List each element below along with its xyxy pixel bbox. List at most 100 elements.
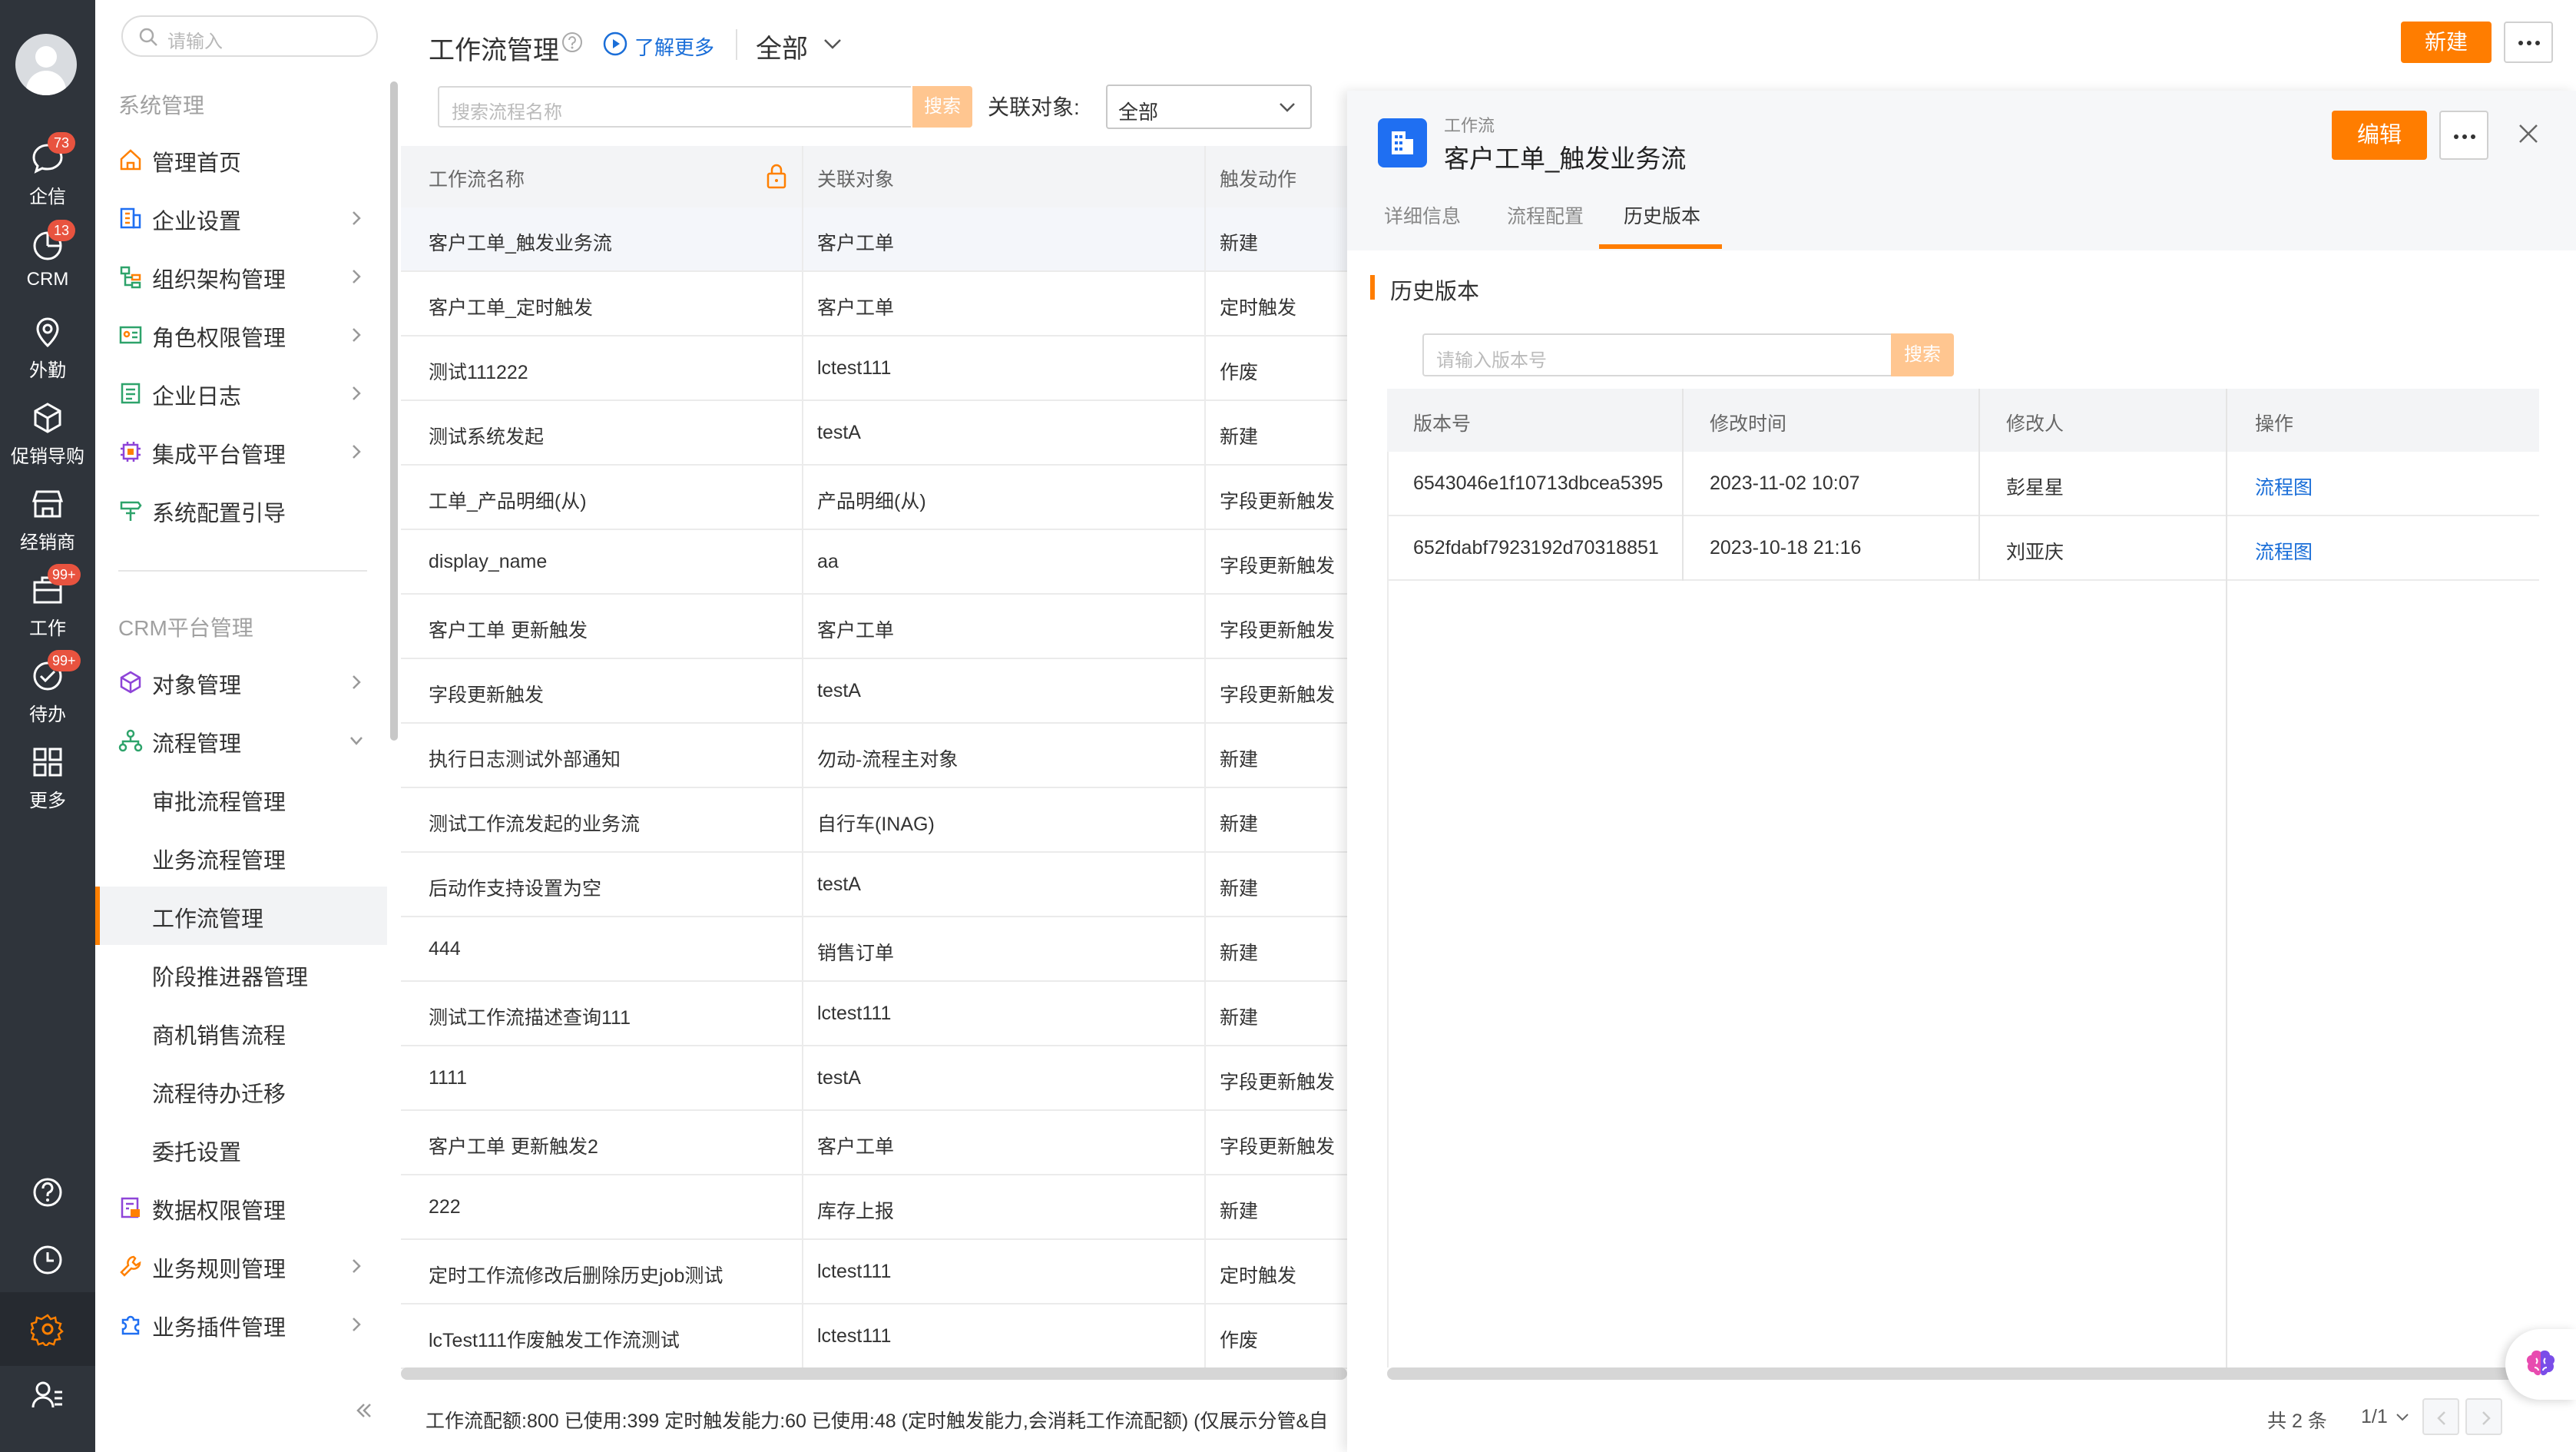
cell-workflow-name: 后动作支持设置为空 [429, 878, 602, 900]
nav-item-field-work[interactable]: 外勤 [0, 309, 95, 392]
badge-crm: 13 [48, 220, 75, 241]
column-header-trigger[interactable]: 触发动作 [1220, 164, 1296, 192]
close-icon[interactable] [2516, 121, 2541, 146]
nav-item-crm[interactable]: 13 CRM [0, 220, 95, 306]
nav-item-more[interactable]: 更多 [0, 739, 95, 822]
menu-item-object-management[interactable]: 对象管理 [95, 653, 387, 711]
menu-item-org-structure[interactable]: 组织架构管理 [95, 247, 387, 306]
cell-trigger-action: 定时触发 [1220, 1265, 1297, 1287]
table-horizontal-scrollbar[interactable] [401, 1367, 1347, 1380]
version-row: 6543046e1f10713dbcea5395 2023-11-02 10:07… [1387, 452, 2539, 516]
lock-icon[interactable] [765, 163, 788, 189]
chevron-down-icon[interactable] [822, 35, 843, 52]
more-actions-button[interactable] [2504, 22, 2553, 63]
menu-item-delegation-settings[interactable]: 委托设置 [95, 1120, 387, 1179]
related-object-select[interactable]: 全部 [1106, 85, 1312, 129]
menu-item-config-guide[interactable]: 系统配置引导 [95, 481, 387, 539]
new-workflow-button[interactable]: 新建 [2401, 22, 2492, 63]
help-icon[interactable] [561, 31, 584, 54]
menu-item-approval-flow[interactable]: 审批流程管理 [95, 770, 387, 828]
menu-item-todo-migration[interactable]: 流程待办迁移 [95, 1062, 387, 1120]
flow-icon [118, 729, 143, 752]
workflow-search-input[interactable]: 搜索流程名称 [438, 86, 911, 128]
menu-item-process-management[interactable]: 流程管理 [95, 711, 387, 770]
cell-workflow-name: 测试系统发起 [429, 426, 545, 448]
cell-workflow-name: lcTest111作废触发工作流测试 [429, 1330, 680, 1351]
menu-item-stage-advancer[interactable]: 阶段推进器管理 [95, 945, 387, 1003]
building-icon [1392, 131, 1413, 154]
nav-item-todo[interactable]: 99+ 待办 [0, 650, 95, 736]
version-search-button[interactable]: 搜索 [1891, 333, 1954, 376]
cell-action-flowchart[interactable]: 流程图 [2255, 537, 2313, 565]
collapse-sidebar-icon[interactable] [353, 1400, 375, 1421]
nav-item-work[interactable]: 99+ 工作 [0, 564, 95, 650]
cell-workflow-name: 定时工作流修改后删除历史job测试 [429, 1265, 723, 1287]
menu-item-business-flow[interactable]: 业务流程管理 [95, 828, 387, 887]
menu-item-opportunity-sales-flow[interactable]: 商机销售流程 [95, 1003, 387, 1062]
ai-assistant-button[interactable] [2505, 1329, 2576, 1400]
column-header-modified-time[interactable]: 修改时间 [1710, 409, 1786, 436]
menu-item-admin-home[interactable]: 管理首页 [95, 131, 387, 189]
nav-item-promotion[interactable]: 促销导购 [0, 395, 95, 478]
column-header-name[interactable]: 工作流名称 [429, 164, 525, 192]
cell-version-id: 652fdabf7923192d70318851 [1413, 537, 1659, 559]
tab-details[interactable]: 详细信息 [1384, 201, 1461, 229]
chevron-right-icon [2482, 1411, 2491, 1425]
sidebar-scrollbar[interactable] [390, 81, 398, 741]
menu-item-data-permissions[interactable]: 数据权限管理 [95, 1179, 387, 1237]
prev-page-button[interactable] [2422, 1398, 2459, 1435]
cell-action-flowchart[interactable]: 流程图 [2255, 472, 2313, 500]
avatar[interactable] [15, 34, 77, 95]
home-icon [120, 149, 141, 171]
menu-item-integration-platform[interactable]: 集成平台管理 [95, 423, 387, 481]
signpost-icon [120, 501, 142, 521]
nav-user-settings[interactable] [0, 1358, 95, 1432]
menu-item-workflow[interactable]: 工作流管理 [95, 887, 387, 945]
menu-item-role-permissions[interactable]: 角色权限管理 [95, 306, 387, 364]
menu-item-business-plugins[interactable]: 业务插件管理 [95, 1295, 387, 1354]
cell-trigger-action: 新建 [1220, 814, 1259, 835]
scope-dropdown[interactable]: 全部 [756, 28, 808, 65]
nav-help[interactable] [0, 1155, 95, 1229]
pagination-page-select[interactable]: 1/1 [2361, 1406, 2388, 1428]
cell-related-object: 销售订单 [817, 943, 895, 964]
next-page-button[interactable] [2465, 1398, 2502, 1435]
cell-modifier: 刘亚庆 [2006, 542, 2064, 563]
nav-history[interactable] [0, 1223, 95, 1297]
drawer-more-button[interactable] [2439, 111, 2488, 160]
cell-trigger-action: 字段更新触发 [1220, 620, 1336, 641]
cell-workflow-name: 客户工单 更新触发 [429, 620, 588, 641]
tab-flow-config[interactable]: 流程配置 [1507, 201, 1584, 229]
menu-item-business-rules[interactable]: 业务规则管理 [95, 1237, 387, 1295]
cell-workflow-name: 测试工作流发起的业务流 [429, 814, 641, 835]
left-nav-bar: 73 企信 13 CRM 外勤 促销导购 经销商 99+ 工作 99+ 待办 更… [0, 0, 95, 1452]
cell-related-object: 库存上报 [817, 1201, 895, 1222]
nav-item-dealer[interactable]: 经销商 [0, 481, 95, 564]
version-table-scrollbar[interactable] [1387, 1367, 2539, 1380]
nav-settings[interactable] [0, 1292, 95, 1366]
cell-trigger-action: 字段更新触发 [1220, 555, 1336, 577]
workflow-search-button[interactable]: 搜索 [912, 86, 972, 128]
menu-item-company-settings[interactable]: 企业设置 [95, 189, 387, 247]
cell-workflow-name: 工单_产品明细(从) [429, 491, 587, 512]
edit-button[interactable]: 编辑 [2332, 111, 2427, 160]
nav-item-qixin[interactable]: 73 企信 [0, 132, 95, 218]
column-header-action[interactable]: 操作 [2255, 409, 2293, 436]
brain-icon [2526, 1350, 2555, 1376]
chevron-down-icon[interactable] [2395, 1412, 2410, 1423]
version-search-input[interactable]: 请输入版本号 [1422, 333, 1891, 376]
menu-item-company-log[interactable]: 企业日志 [95, 364, 387, 423]
cell-workflow-name: 客户工单_定时触发 [429, 297, 593, 319]
column-header-modifier[interactable]: 修改人 [2006, 409, 2064, 436]
grid-icon [33, 748, 62, 777]
tab-history[interactable]: 历史版本 [1624, 201, 1700, 229]
wrench-icon [120, 1255, 141, 1277]
column-header-object[interactable]: 关联对象 [817, 164, 894, 192]
sidebar-search-input[interactable]: 请输入 [121, 15, 378, 57]
column-header-version[interactable]: 版本号 [1413, 409, 1471, 436]
workflow-detail-drawer: 工作流 客户工单_触发业务流 编辑 详细信息 流程配置 历史版本 历史版本 请输… [1347, 91, 2576, 1452]
column-separator [1682, 452, 1684, 516]
cell-trigger-action: 字段更新触发 [1220, 685, 1336, 706]
cell-related-object: 勿动-流程主对象 [817, 749, 959, 771]
cube-icon [34, 403, 61, 433]
